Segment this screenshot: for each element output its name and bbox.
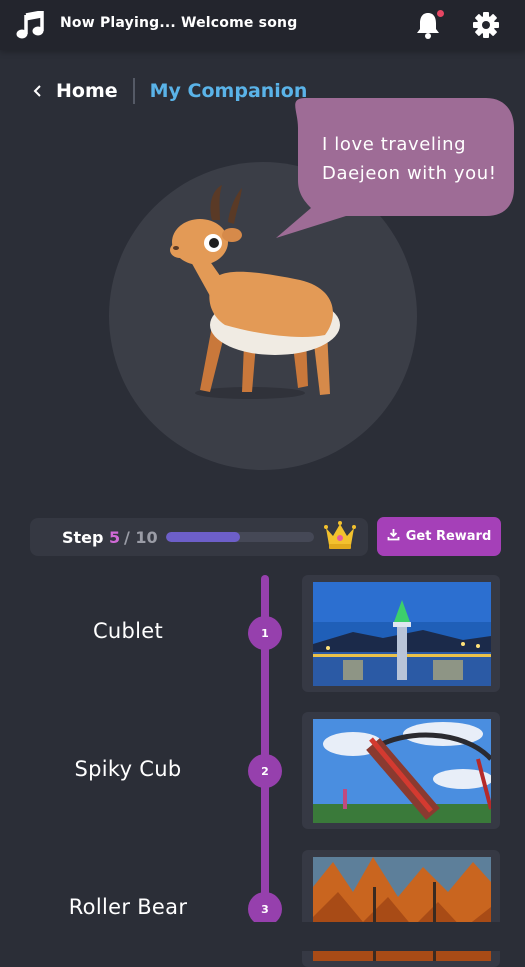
stage-name: Spiky Cub — [74, 757, 182, 781]
speech-bubble-text: I love traveling Daejeon with you! — [322, 130, 497, 188]
crown-icon — [323, 518, 357, 556]
stage-number-badge: 1 — [248, 616, 282, 650]
speech-line-2: Daejeon with you! — [322, 163, 497, 184]
step-label: Step — [62, 528, 104, 547]
stage-number-badge: 3 — [248, 892, 282, 926]
step-current: 5 — [109, 528, 121, 547]
chevron-left-icon[interactable] — [30, 83, 46, 99]
step-progress-fill — [166, 532, 240, 542]
stage-1-photo — [313, 582, 491, 686]
breadcrumb-divider — [132, 78, 135, 104]
breadcrumb-home-link[interactable]: Home — [56, 80, 118, 102]
download-icon — [387, 528, 400, 545]
step-total: / 10 — [124, 528, 158, 547]
gear-icon[interactable] — [472, 11, 500, 43]
stage-number-badge: 2 — [248, 754, 282, 788]
get-reward-button[interactable]: Get Reward — [377, 517, 501, 556]
top-bar: Now Playing... Welcome song — [0, 0, 525, 50]
stage-name: Roller Bear — [68, 895, 188, 919]
stage-name: Cublet — [92, 619, 164, 643]
bottom-fade — [0, 922, 525, 951]
now-playing-text: Now Playing... Welcome song — [60, 15, 298, 31]
speech-line-1: I love traveling — [322, 134, 467, 155]
step-progress-bar — [166, 532, 314, 542]
notification-dot — [437, 10, 444, 17]
music-note-icon[interactable] — [16, 9, 46, 43]
stage-2-photo — [313, 719, 491, 823]
breadcrumb: Home My Companion — [30, 78, 307, 104]
get-reward-label: Get Reward — [405, 529, 492, 544]
